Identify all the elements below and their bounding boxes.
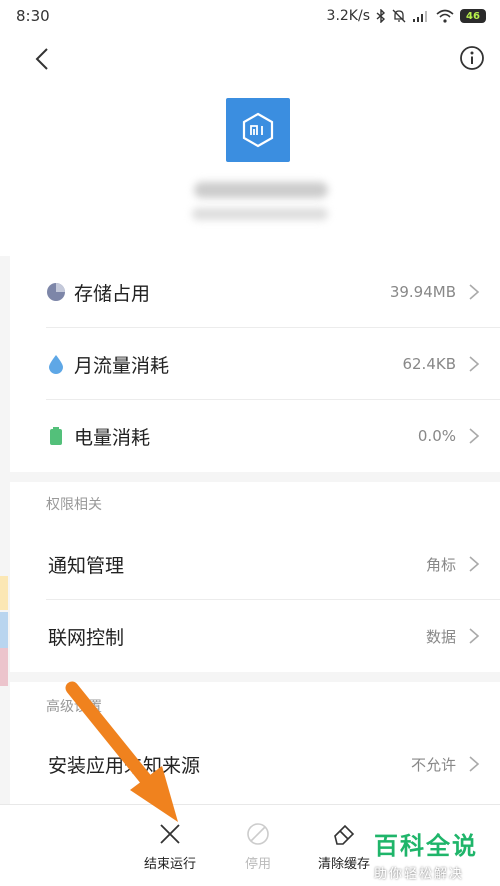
battery-indicator: 46 (460, 9, 486, 23)
side-strip-red (0, 648, 8, 686)
mi-logo-icon (242, 112, 274, 148)
row-value: 62.4KB (402, 355, 456, 373)
permissions-card: 权限相关 通知管理 角标 联网控制 数据 (10, 482, 500, 672)
force-stop-label: 结束运行 (143, 857, 196, 872)
disable-label: 停用 (244, 857, 271, 872)
wifi-icon (436, 9, 454, 23)
chevron-right-icon (469, 628, 480, 644)
bluetooth-icon (376, 9, 386, 23)
force-stop-button[interactable]: 结束运行 (130, 821, 210, 872)
watermark-main: 百科全说 (374, 832, 478, 860)
clear-cache-label: 清除缓存 (317, 857, 370, 872)
disable-button[interactable]: 停用 (218, 821, 298, 872)
back-arrow-icon[interactable] (30, 46, 56, 72)
status-icons: 3.2K/s 46 (327, 8, 486, 24)
app-identity (0, 86, 500, 256)
row-data-usage[interactable]: 月流量消耗 62.4KB (10, 328, 500, 400)
row-battery-usage[interactable]: 电量消耗 0.0% (10, 400, 500, 472)
row-network-control[interactable]: 联网控制 数据 (10, 600, 500, 672)
side-strip-blue (0, 612, 8, 648)
row-storage[interactable]: 存储占用 39.94MB (10, 256, 500, 328)
row-label: 存储占用 (74, 282, 151, 305)
mute-bell-icon (392, 9, 406, 23)
eraser-icon (334, 824, 355, 845)
app-version-blurred (192, 208, 328, 220)
row-value: 角标 (425, 555, 456, 574)
status-bar: 8:30 3.2K/s 46 (0, 0, 500, 32)
info-icon[interactable] (458, 44, 486, 72)
network-speed: 3.2K/s (326, 8, 370, 24)
row-notification-management[interactable]: 通知管理 角标 (10, 528, 500, 600)
pie-chart-icon (47, 283, 65, 301)
chevron-right-icon (469, 356, 480, 372)
section-title-advanced: 高级设置 (46, 699, 102, 715)
section-title-permissions: 权限相关 (46, 497, 102, 513)
usage-card: 存储占用 39.94MB 月流量消耗 62.4KB 电量消耗 0.0% (10, 256, 500, 472)
row-value: 39.94MB (389, 283, 456, 301)
status-time: 8:30 (16, 7, 50, 25)
watermark-sub: 助你轻松解决 (374, 867, 465, 882)
close-icon (160, 824, 180, 844)
row-label: 月流量消耗 (74, 354, 170, 377)
battery-icon (50, 427, 62, 445)
app-name-blurred (194, 182, 328, 198)
row-label: 电量消耗 (74, 426, 151, 449)
chevron-right-icon (469, 428, 480, 444)
row-label: 安装应用未知来源 (48, 754, 201, 777)
row-value: 0.0% (417, 427, 456, 445)
signal-icon (413, 11, 427, 22)
row-label: 联网控制 (48, 626, 125, 649)
chevron-right-icon (469, 756, 480, 772)
row-label: 通知管理 (48, 554, 125, 577)
row-unknown-sources[interactable]: 安装应用未知来源 不允许 (10, 728, 500, 800)
chevron-right-icon (469, 556, 480, 572)
disable-icon (247, 823, 269, 845)
side-strip-yellow (0, 576, 8, 610)
app-info-header (0, 32, 500, 86)
clear-cache-button[interactable]: 清除缓存 (304, 821, 384, 872)
advanced-card: 高级设置 安装应用未知来源 不允许 (10, 682, 500, 804)
watermark-logo: 百科全说 助你轻松解决 (374, 826, 494, 882)
chevron-right-icon (469, 284, 480, 300)
water-drop-icon (49, 355, 63, 374)
app-icon (226, 98, 290, 162)
row-value: 数据 (425, 627, 456, 646)
row-value: 不允许 (410, 755, 456, 774)
